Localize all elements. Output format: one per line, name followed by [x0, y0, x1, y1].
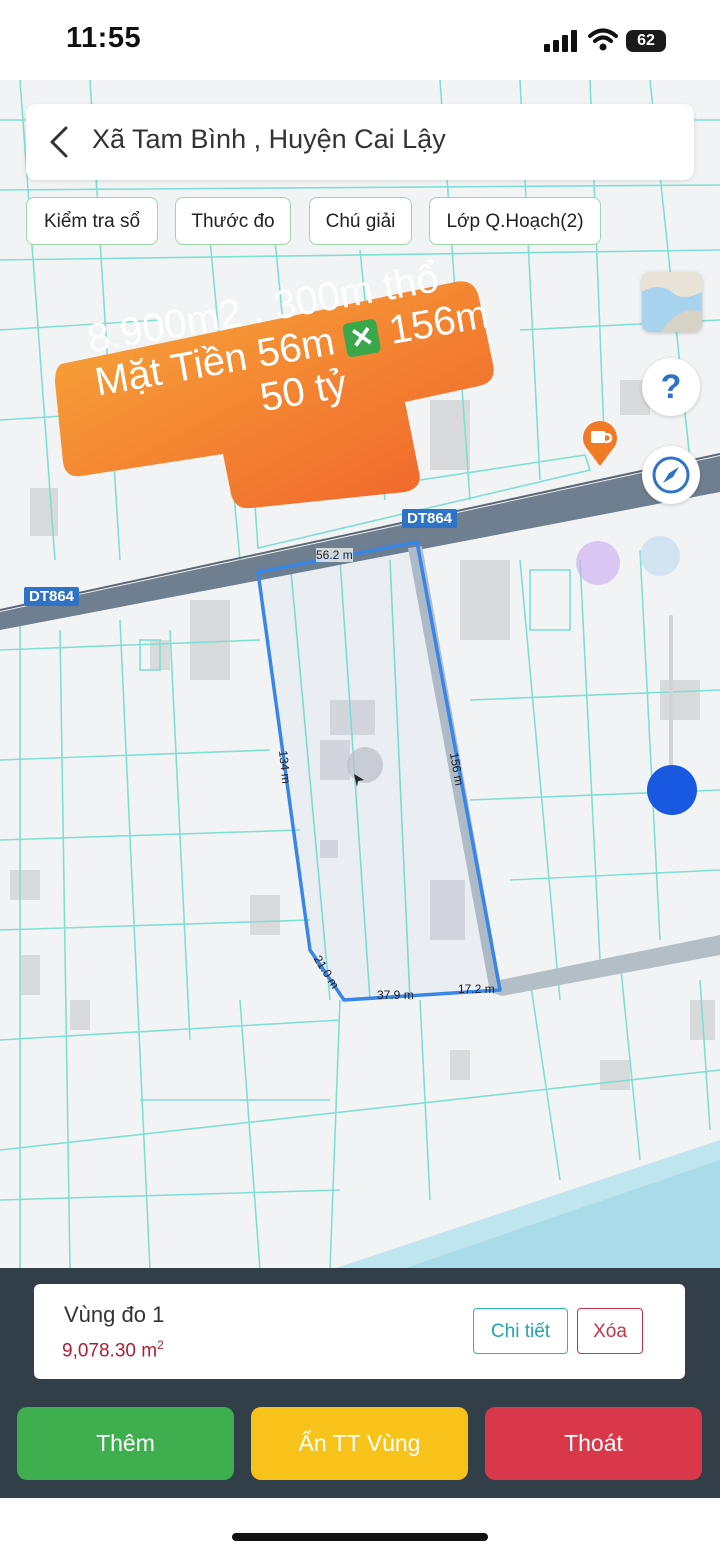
measure-name: Vùng đo 1	[64, 1302, 165, 1327]
cafe-poi-icon[interactable]	[580, 420, 620, 466]
detail-button[interactable]: Chi tiết	[473, 1308, 568, 1354]
satellite-map-icon	[642, 272, 702, 332]
measure-label: 37.9 m	[377, 988, 414, 1002]
exit-button[interactable]: Thoát	[485, 1407, 702, 1480]
chip-check-title[interactable]: Kiểm tra sổ	[26, 197, 158, 245]
chip-legend[interactable]: Chú giải	[309, 197, 412, 245]
add-button[interactable]: Thêm	[17, 1407, 234, 1480]
signal-icon	[544, 30, 577, 52]
help-icon: ?	[660, 368, 682, 406]
home-indicator[interactable]	[232, 1533, 488, 1541]
road-label: DT864	[24, 587, 80, 606]
road-label: DT864	[402, 509, 458, 528]
wifi-icon	[588, 28, 618, 51]
compass-icon	[652, 456, 690, 494]
chip-ruler[interactable]: Thước đo	[175, 197, 291, 245]
page-title: Xã Tam Bình , Huyện Cai Lậy	[92, 124, 446, 154]
home-indicator-area	[0, 1498, 720, 1555]
map-canvas[interactable]	[0, 80, 720, 1270]
pin-icon	[354, 774, 364, 787]
help-button[interactable]: ?	[642, 358, 700, 416]
measure-label: 56.2 m	[316, 548, 353, 562]
status-time: 11:55	[66, 22, 142, 54]
cross-mark-icon: ✕	[342, 318, 382, 358]
battery-icon: 62	[626, 30, 666, 52]
zoom-slider-handle[interactable]	[647, 765, 697, 815]
back-icon[interactable]	[46, 124, 78, 160]
compass-button[interactable]	[642, 446, 700, 504]
map-layer-button[interactable]	[642, 272, 702, 332]
measure-label: 17.2 m	[458, 982, 495, 996]
chip-planning-layer[interactable]: Lớp Q.Hoạch(2)	[429, 197, 601, 245]
measure-area: 9,078.30 m2	[62, 1338, 164, 1362]
delete-button[interactable]: Xóa	[577, 1308, 643, 1354]
hide-info-button[interactable]: Ẩn TT Vùng	[251, 1407, 468, 1480]
